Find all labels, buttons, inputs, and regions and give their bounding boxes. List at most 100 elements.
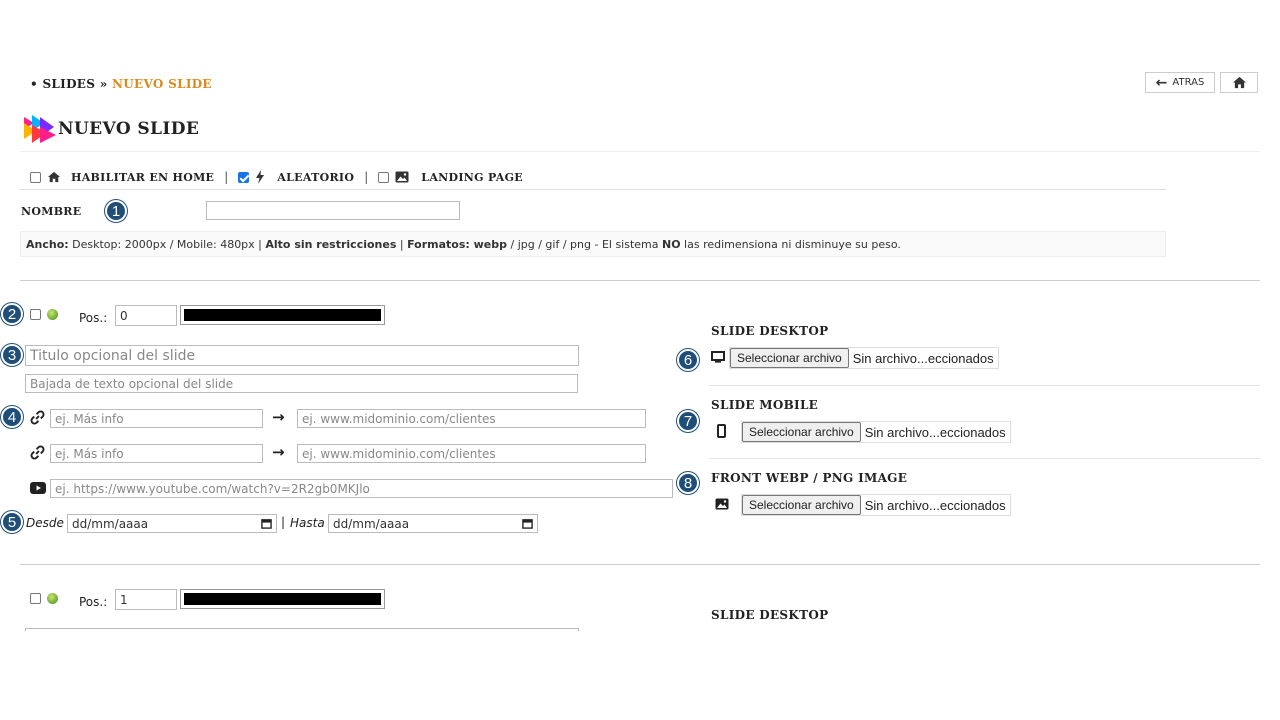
divider: [20, 151, 1260, 152]
link-url-input[interactable]: ej. www.midominio.com/clientes: [297, 409, 646, 428]
marker-8: 8: [677, 472, 699, 494]
pos-label-2: Pos.:: [79, 595, 108, 609]
youtube-placeholder: ej. https://www.youtube.com/watch?v=2R2g…: [55, 481, 370, 496]
info-ancho-label: Ancho:: [26, 237, 69, 251]
pos-label: Pos.:: [79, 311, 108, 325]
link-text-input[interactable]: ej. Más info: [50, 409, 263, 428]
random-checkbox[interactable]: [238, 171, 250, 183]
marker-3: 3: [1, 344, 23, 366]
marker-6: 6: [677, 349, 699, 371]
marker-7: 7: [677, 410, 699, 432]
info-sep: |: [396, 237, 408, 251]
image-icon: [715, 498, 729, 510]
link-icon: [30, 410, 45, 425]
calendar-icon: [522, 519, 533, 529]
color-picker[interactable]: [180, 305, 385, 325]
check-ok-icon: [47, 309, 58, 320]
nombre-input[interactable]: [206, 201, 460, 220]
divider: [709, 385, 1260, 386]
slide-title-placeholder: Titulo opcional del slide: [30, 347, 196, 364]
youtube-icon: [30, 482, 46, 494]
marker-2: 2: [1, 303, 23, 325]
random-option-label: ALEATORIO: [277, 170, 355, 184]
mobile-file-button[interactable]: Seleccionar archivo: [742, 422, 861, 442]
divider: [20, 564, 1260, 565]
link-icon: [30, 445, 45, 460]
link-url-placeholder: ej. www.midominio.com/clientes: [302, 446, 496, 461]
home-icon: [48, 171, 60, 183]
option-separator: |: [224, 170, 229, 184]
desktop-file-status: Sin archivo...eccionados: [852, 350, 994, 366]
desktop-file-input[interactable]: Seleccionar archivo Sin archivo...eccion…: [729, 347, 999, 369]
breadcrumb-bullet: •: [30, 77, 38, 91]
marker-5: 5: [1, 511, 23, 533]
front-file-status: Sin archivo...eccionados: [864, 497, 1006, 513]
pos-input[interactable]: 0: [115, 305, 177, 326]
youtube-input[interactable]: ej. https://www.youtube.com/watch?v=2R2g…: [50, 479, 673, 498]
mobile-icon: [717, 424, 726, 438]
info-no: NO: [662, 237, 681, 251]
front-file-button[interactable]: Seleccionar archivo: [742, 495, 861, 515]
desde-label: Desde: [26, 516, 64, 530]
slide-mobile-title: SLIDE MOBILE: [711, 398, 819, 412]
link-url-input-2[interactable]: ej. www.midominio.com/clientes: [297, 444, 646, 463]
check-ok-icon: [47, 593, 58, 604]
slide-subtitle-input[interactable]: Bajada de texto opcional del slide: [25, 374, 578, 393]
home-icon: [1232, 76, 1246, 89]
back-button[interactable]: ← ATRAS: [1145, 72, 1215, 93]
breadcrumb-parent[interactable]: SLIDES: [42, 77, 95, 91]
slide-title-input-2[interactable]: [25, 628, 579, 631]
slides-logo-icon: [24, 115, 56, 143]
slide-title-input[interactable]: Titulo opcional del slide: [25, 345, 579, 366]
nombre-label: NOMBRE: [21, 205, 82, 218]
arrow-left-icon: ←: [1155, 74, 1168, 91]
divider: [20, 280, 1260, 281]
breadcrumb-separator: »: [99, 77, 108, 91]
link-text-input-2[interactable]: ej. Más info: [50, 444, 263, 463]
home-checkbox[interactable]: [30, 171, 41, 183]
arrow-right-icon: →: [272, 443, 285, 461]
mobile-file-status: Sin archivo...eccionados: [864, 424, 1006, 440]
landing-checkbox[interactable]: [378, 171, 390, 183]
slide-active-checkbox-2[interactable]: [30, 593, 41, 604]
mobile-file-input[interactable]: Seleccionar archivo Sin archivo...eccion…: [741, 421, 1011, 443]
breadcrumb: • SLIDES » NUEVO SLIDE: [30, 77, 212, 91]
color-picker-2[interactable]: [180, 589, 385, 609]
slide-desktop-title-2: SLIDE DESKTOP: [711, 608, 829, 622]
options-row: HABILITAR EN HOME | ALEATORIO | LANDING …: [30, 170, 523, 184]
date-separator: |: [281, 515, 286, 529]
link-text-placeholder: ej. Más info: [55, 446, 124, 461]
divider: [20, 189, 1166, 190]
info-alto: Alto sin restricciones: [265, 237, 397, 251]
marker-1: 1: [105, 200, 127, 222]
image-icon: [395, 171, 409, 183]
front-image-title: FRONT WEBP / PNG IMAGE: [711, 471, 908, 485]
back-button-label: ATRAS: [1172, 77, 1205, 88]
desktop-file-button[interactable]: Seleccionar archivo: [730, 348, 849, 368]
info-formatos-text: / jpg / gif / png - El sistema: [507, 237, 662, 251]
bolt-icon: [256, 170, 265, 184]
monitor-icon: [711, 351, 725, 363]
link-url-placeholder: ej. www.midominio.com/clientes: [302, 411, 496, 426]
info-formatos-label: Formatos: webp: [407, 237, 508, 251]
slide-desktop-title: SLIDE DESKTOP: [711, 324, 829, 338]
front-file-input[interactable]: Seleccionar archivo Sin archivo...eccion…: [741, 494, 1011, 516]
landing-option-label: LANDING PAGE: [421, 170, 523, 184]
date-placeholder: dd/mm/aaaa: [72, 516, 149, 531]
format-info: Ancho: Desktop: 2000px / Mobile: 480px |…: [20, 231, 1166, 257]
arrow-right-icon: →: [272, 408, 285, 426]
date-placeholder: dd/mm/aaaa: [333, 516, 410, 531]
option-separator: |: [364, 170, 369, 184]
home-button[interactable]: [1220, 72, 1258, 93]
desde-date-input[interactable]: dd/mm/aaaa: [67, 514, 277, 533]
slide-active-checkbox[interactable]: [30, 309, 41, 320]
hasta-date-input[interactable]: dd/mm/aaaa: [328, 514, 538, 533]
pos-input-2[interactable]: 1: [115, 589, 177, 610]
hasta-label: Hasta: [290, 516, 325, 530]
link-text-placeholder: ej. Más info: [55, 411, 124, 426]
divider: [709, 458, 1260, 459]
calendar-icon: [261, 519, 272, 529]
slide-subtitle-placeholder: Bajada de texto opcional del slide: [30, 376, 234, 391]
info-ancho-text: Desktop: 2000px / Mobile: 480px |: [68, 237, 266, 251]
info-tail: las redimensiona ni disminuye su peso.: [680, 237, 901, 251]
